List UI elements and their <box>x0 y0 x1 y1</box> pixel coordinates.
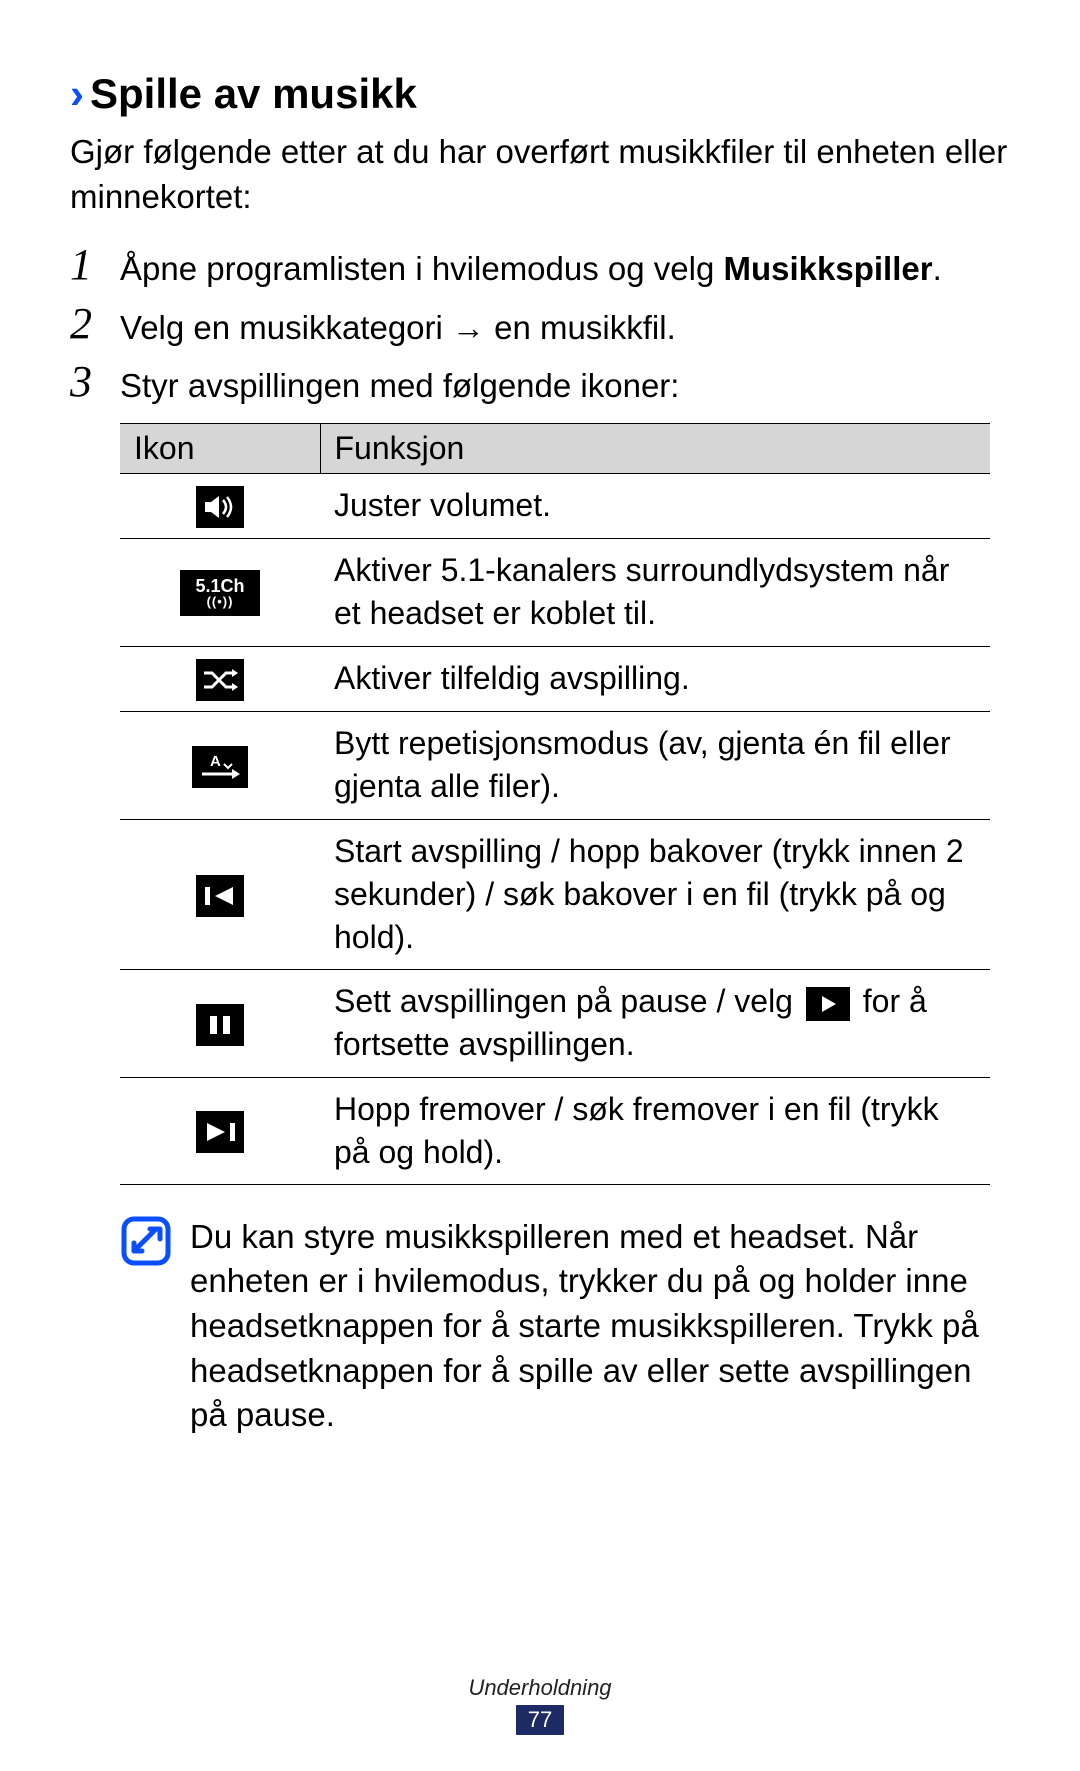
function-cell: Aktiver 5.1-kanalers surroundlydsystem n… <box>320 539 990 646</box>
step-body: Velg en musikkategori → en musikkfil. <box>120 306 1010 351</box>
section-heading: ›Spille av musikk <box>70 70 1010 118</box>
function-cell: Hopp fremover / søk fremover i en fil (t… <box>320 1077 990 1184</box>
arrow-right-icon: → <box>452 309 485 346</box>
footer-section-label: Underholdning <box>0 1675 1080 1701</box>
skip-forward-icon <box>196 1111 244 1153</box>
intro-paragraph: Gjør følgende etter at du har overført m… <box>70 130 1010 219</box>
note-text: Du kan styre musikkspilleren med et head… <box>190 1215 1010 1438</box>
icon-cell: A <box>120 712 320 819</box>
play-icon <box>806 987 850 1021</box>
note-block: Du kan styre musikkspilleren med et head… <box>120 1215 1010 1438</box>
icon-cell <box>120 819 320 970</box>
note-icon <box>120 1215 176 1267</box>
step-number: 1 <box>70 243 120 287</box>
page: ›Spille av musikk Gjør følgende etter at… <box>0 0 1080 1771</box>
step-body: Styr avspillingen med følgende ikoner: <box>120 364 1010 409</box>
repeat-letter: A <box>210 753 221 770</box>
step-3: 3 Styr avspillingen med følgende ikoner: <box>70 364 1010 409</box>
pause-icon <box>196 1004 244 1046</box>
table-row: Start avspilling / hopp bakover (trykk i… <box>120 819 990 970</box>
icon-cell <box>120 1077 320 1184</box>
chevron-right-icon: › <box>70 70 84 117</box>
function-cell: Start avspilling / hopp bakover (trykk i… <box>320 819 990 970</box>
icon-function-table: Ikon Funksjon Juster volumet. 5.1Ch ((•)… <box>120 423 990 1185</box>
repeat-icon: A <box>192 746 248 788</box>
function-cell: Aktiver tilfeldig avspilling. <box>320 646 990 712</box>
page-number-badge: 77 <box>516 1705 564 1735</box>
function-text: Sett avspillingen på pause / velg <box>334 983 802 1019</box>
volume-icon <box>196 486 244 528</box>
skip-back-icon <box>196 875 244 917</box>
table-row: Sett avspillingen på pause / velg for å … <box>120 970 990 1077</box>
step-number: 2 <box>70 302 120 346</box>
table-row: Aktiver tilfeldig avspilling. <box>120 646 990 712</box>
heading-text: Spille av musikk <box>90 70 417 117</box>
shuffle-icon <box>196 659 244 701</box>
surround-top: 5.1Ch <box>195 577 244 595</box>
icon-cell <box>120 646 320 712</box>
surround-bot: ((•)) <box>207 595 234 608</box>
step-number: 3 <box>70 360 120 404</box>
function-cell: Bytt repetisjonsmodus (av, gjenta én fil… <box>320 712 990 819</box>
table-row: Hopp fremover / søk fremover i en fil (t… <box>120 1077 990 1184</box>
col-header-function: Funksjon <box>320 423 990 473</box>
page-footer: Underholdning 77 <box>0 1675 1080 1735</box>
surround-icon: 5.1Ch ((•)) <box>180 570 260 616</box>
table-row: A Bytt repetisjonsmodus (av, gjenta én f… <box>120 712 990 819</box>
icon-cell: 5.1Ch ((•)) <box>120 539 320 646</box>
icon-cell <box>120 970 320 1077</box>
step-text: . <box>933 250 942 287</box>
col-header-icon: Ikon <box>120 423 320 473</box>
step-1: 1 Åpne programlisten i hvilemodus og vel… <box>70 247 1010 292</box>
table-header-row: Ikon Funksjon <box>120 423 990 473</box>
step-text: Velg en musikkategori <box>120 309 452 346</box>
step-2: 2 Velg en musikkategori → en musikkfil. <box>70 306 1010 351</box>
function-cell: Juster volumet. <box>320 473 990 539</box>
steps-list: 1 Åpne programlisten i hvilemodus og vel… <box>70 247 1010 409</box>
step-text: Åpne programlisten i hvilemodus og velg <box>120 250 724 287</box>
function-cell: Sett avspillingen på pause / velg for å … <box>320 970 990 1077</box>
table-row: 5.1Ch ((•)) Aktiver 5.1-kanalers surroun… <box>120 539 990 646</box>
step-bold: Musikkspiller <box>724 250 933 287</box>
step-body: Åpne programlisten i hvilemodus og velg … <box>120 247 1010 292</box>
icon-cell <box>120 473 320 539</box>
table-row: Juster volumet. <box>120 473 990 539</box>
step-text: en musikkfil. <box>485 309 676 346</box>
